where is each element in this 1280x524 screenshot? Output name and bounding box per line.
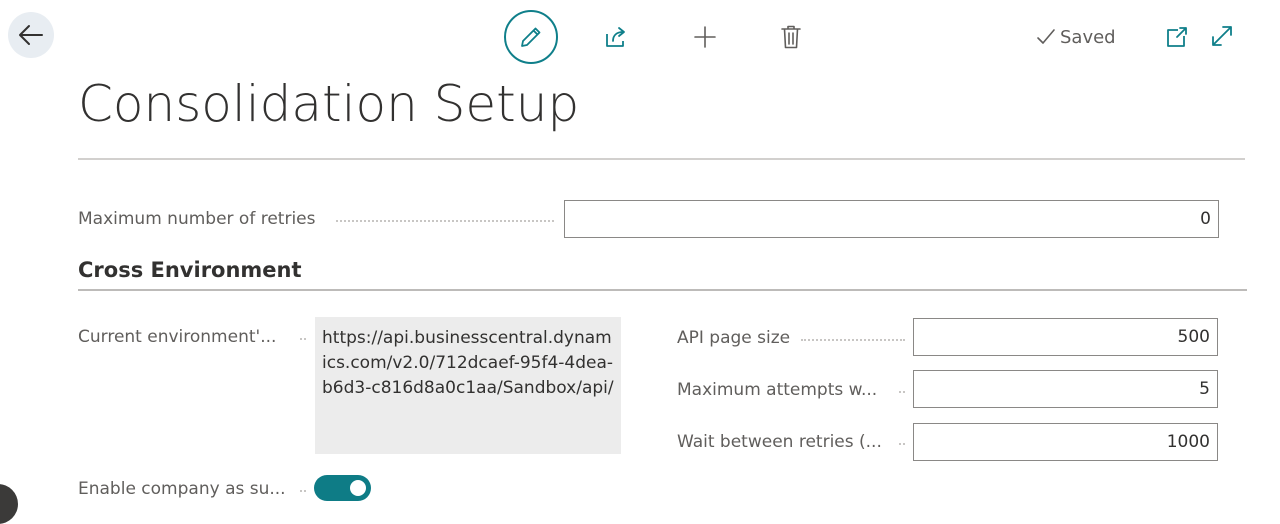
trash-icon: [780, 24, 802, 50]
share-button[interactable]: [602, 23, 632, 51]
open-new-window-button[interactable]: [1163, 23, 1191, 51]
expand-icon: [1210, 24, 1234, 48]
title-divider: [78, 158, 1245, 160]
corner-overlay: [0, 484, 18, 524]
max-attempts-input[interactable]: [913, 370, 1218, 408]
new-button[interactable]: [691, 23, 719, 51]
open-in-new-window-icon: [1165, 25, 1189, 49]
max-attempts-leader: [899, 391, 905, 393]
share-icon: [604, 25, 630, 49]
arrow-left-icon: [18, 24, 44, 46]
max-attempts-label: Maximum attempts w...: [677, 380, 878, 400]
wait-between-retries-input[interactable]: [913, 423, 1218, 461]
current-environment-value: https://api.businesscentral.dynamics.com…: [315, 317, 621, 454]
wait-between-retries-leader: [899, 443, 905, 445]
pencil-icon: [519, 25, 543, 49]
api-page-size-input[interactable]: [913, 318, 1218, 356]
max-retries-label: Maximum number of retries: [78, 209, 316, 229]
current-environment-leader: [300, 338, 306, 340]
checkmark-icon: [1036, 28, 1056, 46]
edit-button[interactable]: [504, 10, 558, 64]
api-page-size-label: API page size: [677, 328, 791, 348]
api-page-size-leader: [801, 339, 905, 341]
delete-button[interactable]: [777, 22, 805, 52]
enable-company-leader: [300, 490, 306, 492]
max-retries-input[interactable]: [564, 200, 1219, 238]
enable-company-toggle[interactable]: [314, 475, 371, 501]
wait-between-retries-label: Wait between retries (...: [677, 432, 882, 452]
plus-icon: [693, 25, 717, 49]
section-heading-cross-environment: Cross Environment: [78, 258, 302, 282]
saved-status: Saved: [1036, 25, 1116, 49]
toggle-knob: [350, 480, 366, 496]
expand-button[interactable]: [1208, 22, 1236, 50]
saved-label: Saved: [1060, 26, 1116, 48]
back-button[interactable]: [8, 12, 54, 58]
section-divider: [78, 289, 1247, 291]
page-title: Consolidation Setup: [78, 75, 580, 133]
current-environment-label: Current environment'...: [78, 327, 277, 347]
enable-company-label: Enable company as su...: [78, 479, 286, 499]
max-retries-leader: [336, 220, 554, 222]
